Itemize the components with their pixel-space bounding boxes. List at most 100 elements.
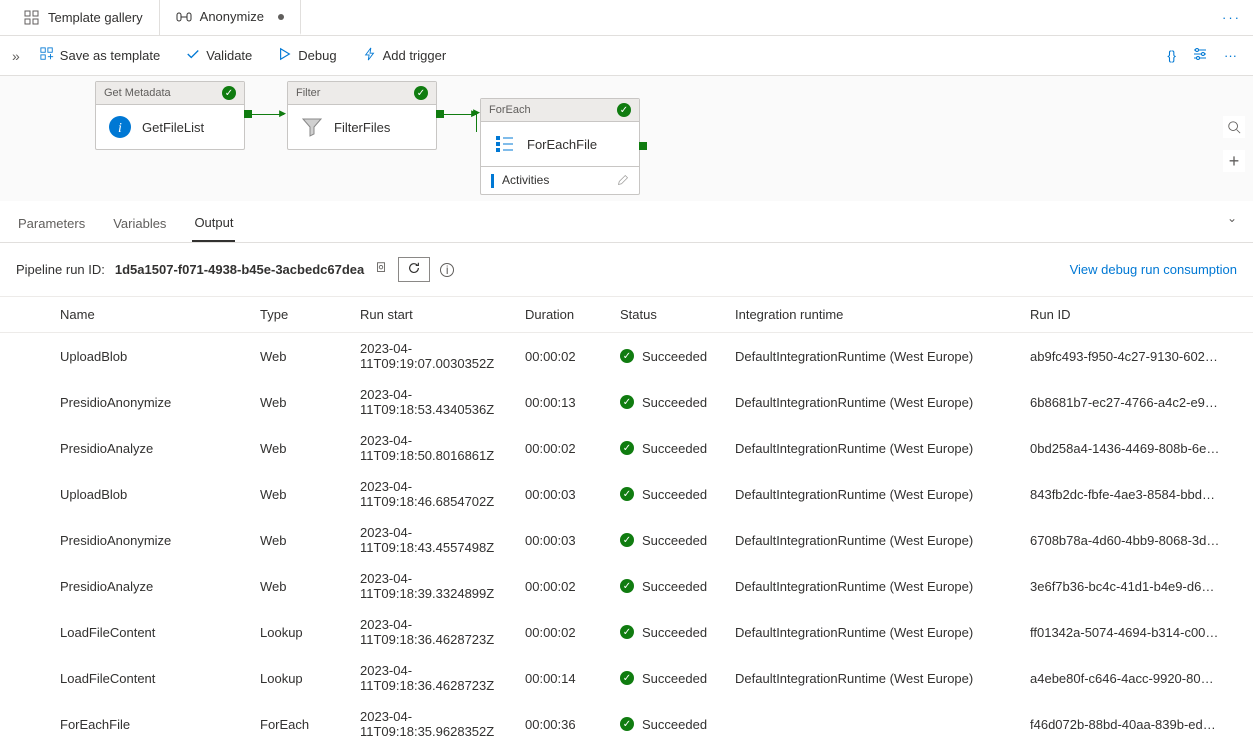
cell-start: 2023-04-11T09:18:36.4628723Z — [360, 663, 525, 693]
connector — [476, 114, 478, 132]
cell-runid: a4ebe80f-c646-4acc-9920-809807367b... — [1030, 671, 1220, 686]
debug-button[interactable]: Debug — [268, 43, 346, 68]
success-icon: ✓ — [620, 671, 634, 685]
cell-status: ✓Succeeded — [620, 395, 735, 410]
expand-panel-button[interactable]: » — [12, 48, 20, 64]
more-button[interactable]: ··· — [1220, 44, 1241, 67]
output-port[interactable] — [436, 110, 444, 118]
col-type[interactable]: Type — [260, 307, 360, 322]
col-runtime[interactable]: Integration runtime — [735, 307, 1030, 322]
cell-duration: 00:00:02 — [525, 625, 620, 640]
col-runid[interactable]: Run ID — [1030, 307, 1230, 322]
table-row[interactable]: UploadBlobWeb2023-04-11T09:18:46.6854702… — [0, 471, 1253, 517]
node-type: Filter — [296, 87, 320, 99]
tab-overflow-button[interactable]: ··· — [1218, 6, 1245, 29]
cell-start: 2023-04-11T09:18:46.6854702Z — [360, 479, 525, 509]
cell-name: LoadFileContent — [60, 625, 260, 640]
info-icon: i — [108, 115, 132, 139]
button-label: Save as template — [60, 48, 160, 63]
button-label: Add trigger — [383, 48, 447, 63]
table-row[interactable]: PresidioAnalyzeWeb2023-04-11T09:18:50.80… — [0, 425, 1253, 471]
cell-name: UploadBlob — [60, 487, 260, 502]
cell-name: LoadFileContent — [60, 671, 260, 686]
cell-runtime: DefaultIntegrationRuntime (West Europe) — [735, 671, 1030, 686]
output-port[interactable] — [244, 110, 252, 118]
col-runstart[interactable]: Run start — [360, 307, 525, 322]
cell-runid: ab9fc493-f950-4c27-9130-602c823ba4... — [1030, 349, 1220, 364]
cell-status: ✓Succeeded — [620, 579, 735, 594]
tab-template-gallery[interactable]: Template gallery — [8, 0, 160, 35]
col-status[interactable]: Status — [620, 307, 735, 322]
success-icon: ✓ — [620, 625, 634, 639]
table-row[interactable]: PresidioAnonymizeWeb2023-04-11T09:18:43.… — [0, 517, 1253, 563]
pipeline-canvas[interactable]: Get Metadata ✓ i GetFileList Filter ✓ Fi… — [0, 76, 1253, 201]
cell-start: 2023-04-11T09:18:50.8016861Z — [360, 433, 525, 463]
cell-runtime: DefaultIntegrationRuntime (West Europe) — [735, 579, 1030, 594]
dirty-indicator-icon — [278, 14, 284, 20]
collapse-panel-button[interactable]: ⌄ — [1227, 211, 1237, 225]
cell-name: UploadBlob — [60, 349, 260, 364]
toolbar: » Save as template Validate Debug Add tr… — [0, 36, 1253, 76]
edit-icon[interactable] — [617, 174, 629, 186]
cell-status: ✓Succeeded — [620, 349, 735, 364]
success-icon: ✓ — [414, 86, 428, 100]
foreach-activities[interactable]: Activities — [481, 166, 639, 194]
table-row[interactable]: LoadFileContentLookup2023-04-11T09:18:36… — [0, 609, 1253, 655]
cell-type: Web — [260, 395, 360, 410]
debug-consumption-link[interactable]: View debug run consumption — [1070, 262, 1237, 277]
tab-label: Anonymize — [200, 9, 264, 24]
cell-runtime: DefaultIntegrationRuntime (West Europe) — [735, 487, 1030, 502]
table-header: Name Type Run start Duration Status Inte… — [0, 296, 1253, 333]
col-duration[interactable]: Duration — [525, 307, 620, 322]
cell-start: 2023-04-11T09:18:43.4557498Z — [360, 525, 525, 555]
table-row[interactable]: PresidioAnonymizeWeb2023-04-11T09:18:53.… — [0, 379, 1253, 425]
cell-runid: 3e6f7b36-bc4c-41d1-b4e9-d6481debb... — [1030, 579, 1220, 594]
table-row[interactable]: UploadBlobWeb2023-04-11T09:19:07.0030352… — [0, 333, 1253, 379]
table-row[interactable]: LoadFileContentLookup2023-04-11T09:18:36… — [0, 655, 1253, 701]
tab-parameters[interactable]: Parameters — [16, 210, 87, 241]
tab-anonymize[interactable]: Anonymize — [160, 0, 301, 35]
node-get-metadata[interactable]: Get Metadata ✓ i GetFileList — [95, 81, 245, 150]
add-activity-button[interactable]: + — [1223, 150, 1245, 172]
success-icon: ✓ — [620, 533, 634, 547]
save-template-icon — [40, 47, 54, 64]
search-canvas-button[interactable] — [1223, 116, 1245, 138]
cell-runid: 843fb2dc-fbfe-4ae3-8584-bbd4bb586acf — [1030, 487, 1220, 502]
json-view-button[interactable]: {} — [1163, 44, 1180, 67]
node-name: GetFileList — [142, 120, 204, 135]
node-foreach[interactable]: ForEach ✓ ForEachFile Activities — [480, 98, 640, 195]
tab-output[interactable]: Output — [192, 209, 235, 242]
node-filter[interactable]: Filter ✓ FilterFiles — [287, 81, 437, 150]
lightning-icon — [363, 47, 377, 64]
success-icon: ✓ — [620, 395, 634, 409]
cell-status: ✓Succeeded — [620, 717, 735, 732]
cell-status: ✓Succeeded — [620, 533, 735, 548]
table-row[interactable]: PresidioAnalyzeWeb2023-04-11T09:18:39.33… — [0, 563, 1253, 609]
template-gallery-icon — [24, 10, 40, 26]
node-type: Get Metadata — [104, 87, 171, 99]
cell-duration: 00:00:14 — [525, 671, 620, 686]
settings-icon[interactable] — [1188, 42, 1212, 69]
refresh-button[interactable] — [398, 257, 430, 282]
cell-runtime: DefaultIntegrationRuntime (West Europe) — [735, 395, 1030, 410]
info-icon[interactable]: i — [440, 263, 454, 277]
col-name[interactable]: Name — [60, 307, 260, 322]
success-icon: ✓ — [222, 86, 236, 100]
add-trigger-button[interactable]: Add trigger — [353, 43, 457, 68]
cell-start: 2023-04-11T09:18:39.3324899Z — [360, 571, 525, 601]
save-as-template-button[interactable]: Save as template — [30, 43, 170, 68]
tab-variables[interactable]: Variables — [111, 210, 168, 241]
cell-runtime: DefaultIntegrationRuntime (West Europe) — [735, 625, 1030, 640]
cell-runid: f46d072b-88bd-40aa-839b-edc5ee7eff... — [1030, 717, 1220, 732]
cell-duration: 00:00:13 — [525, 395, 620, 410]
cell-status: ✓Succeeded — [620, 441, 735, 456]
output-panel-tabs: Parameters Variables Output ⌄ — [0, 201, 1253, 243]
cell-duration: 00:00:03 — [525, 533, 620, 548]
table-row[interactable]: ForEachFileForEach2023-04-11T09:18:35.96… — [0, 701, 1253, 747]
copy-icon[interactable] — [374, 261, 388, 278]
cell-duration: 00:00:02 — [525, 349, 620, 364]
output-port[interactable] — [639, 142, 647, 150]
cell-type: ForEach — [260, 717, 360, 732]
validate-button[interactable]: Validate — [176, 43, 262, 68]
cell-type: Web — [260, 349, 360, 364]
